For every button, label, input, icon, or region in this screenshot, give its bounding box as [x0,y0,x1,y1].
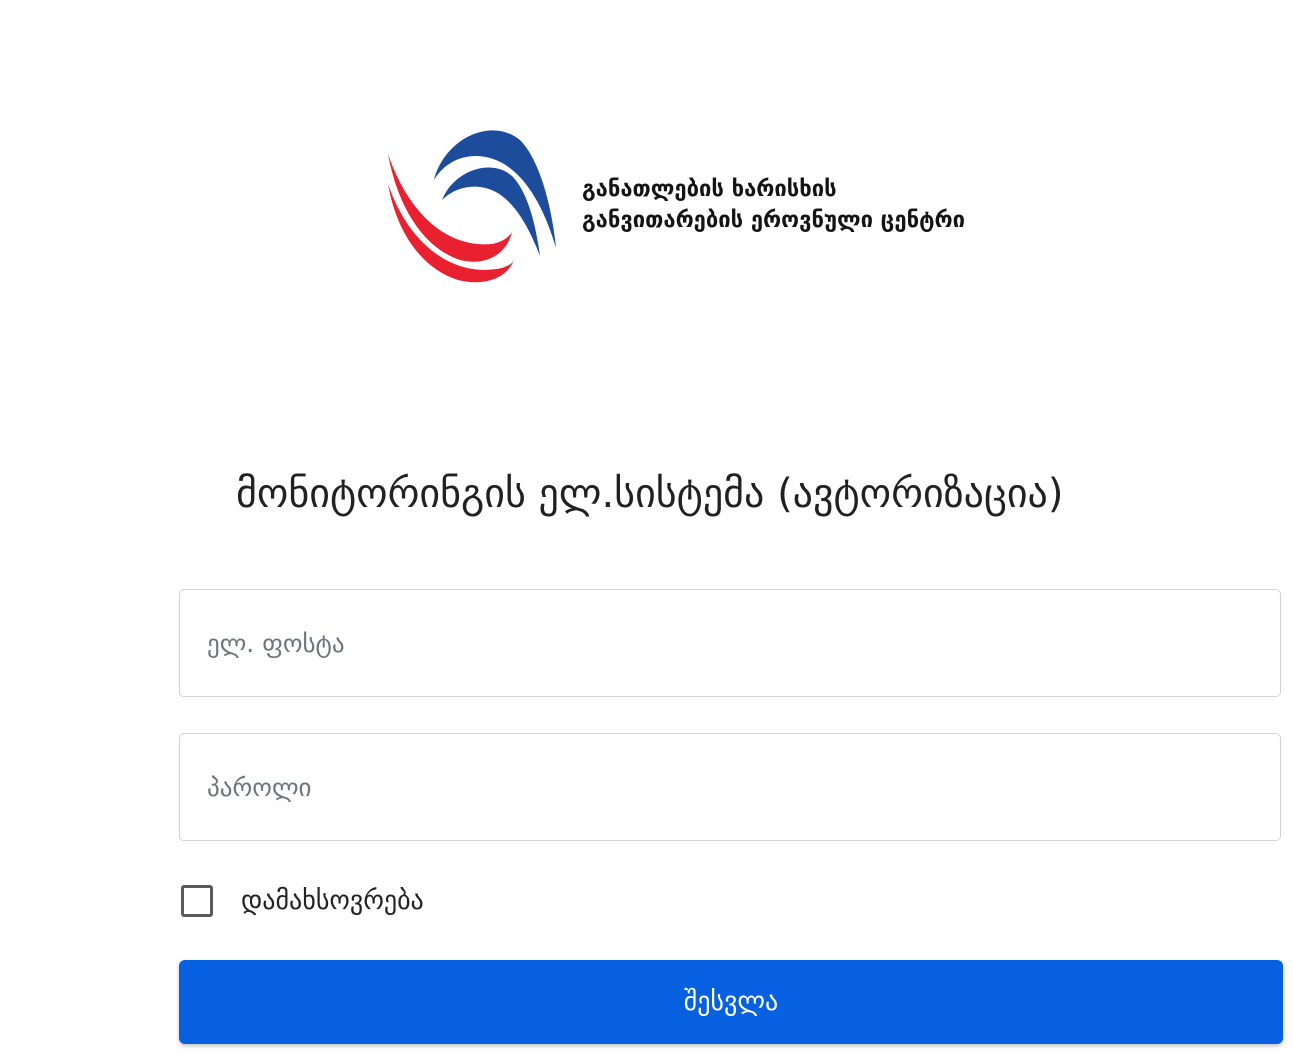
email-field-box [179,589,1281,697]
remember-checkbox[interactable] [181,885,213,917]
login-button[interactable]: შესვლა [179,960,1283,1044]
logo-text-line-1: განათლების ხარისხის [582,177,837,202]
remember-me[interactable]: დამახსოვრება [181,883,424,919]
email-input[interactable] [180,590,1280,696]
remember-label[interactable]: დამახსოვრება [241,886,424,916]
password-field-box [179,733,1281,841]
logo-text-line-2: განვითარების ეროვნული ცენტრი [582,208,965,233]
login-page: განათლების ხარისხის განვითარების ეროვნულ… [0,0,1293,1055]
page-title: მონიტორინგის ელ.სისტემა (ავტორიზაცია) [236,471,1064,517]
logo: განათლების ხარისხის განვითარების ეროვნულ… [380,118,1100,288]
logo-mark-icon [388,130,556,283]
password-input[interactable] [180,734,1280,840]
